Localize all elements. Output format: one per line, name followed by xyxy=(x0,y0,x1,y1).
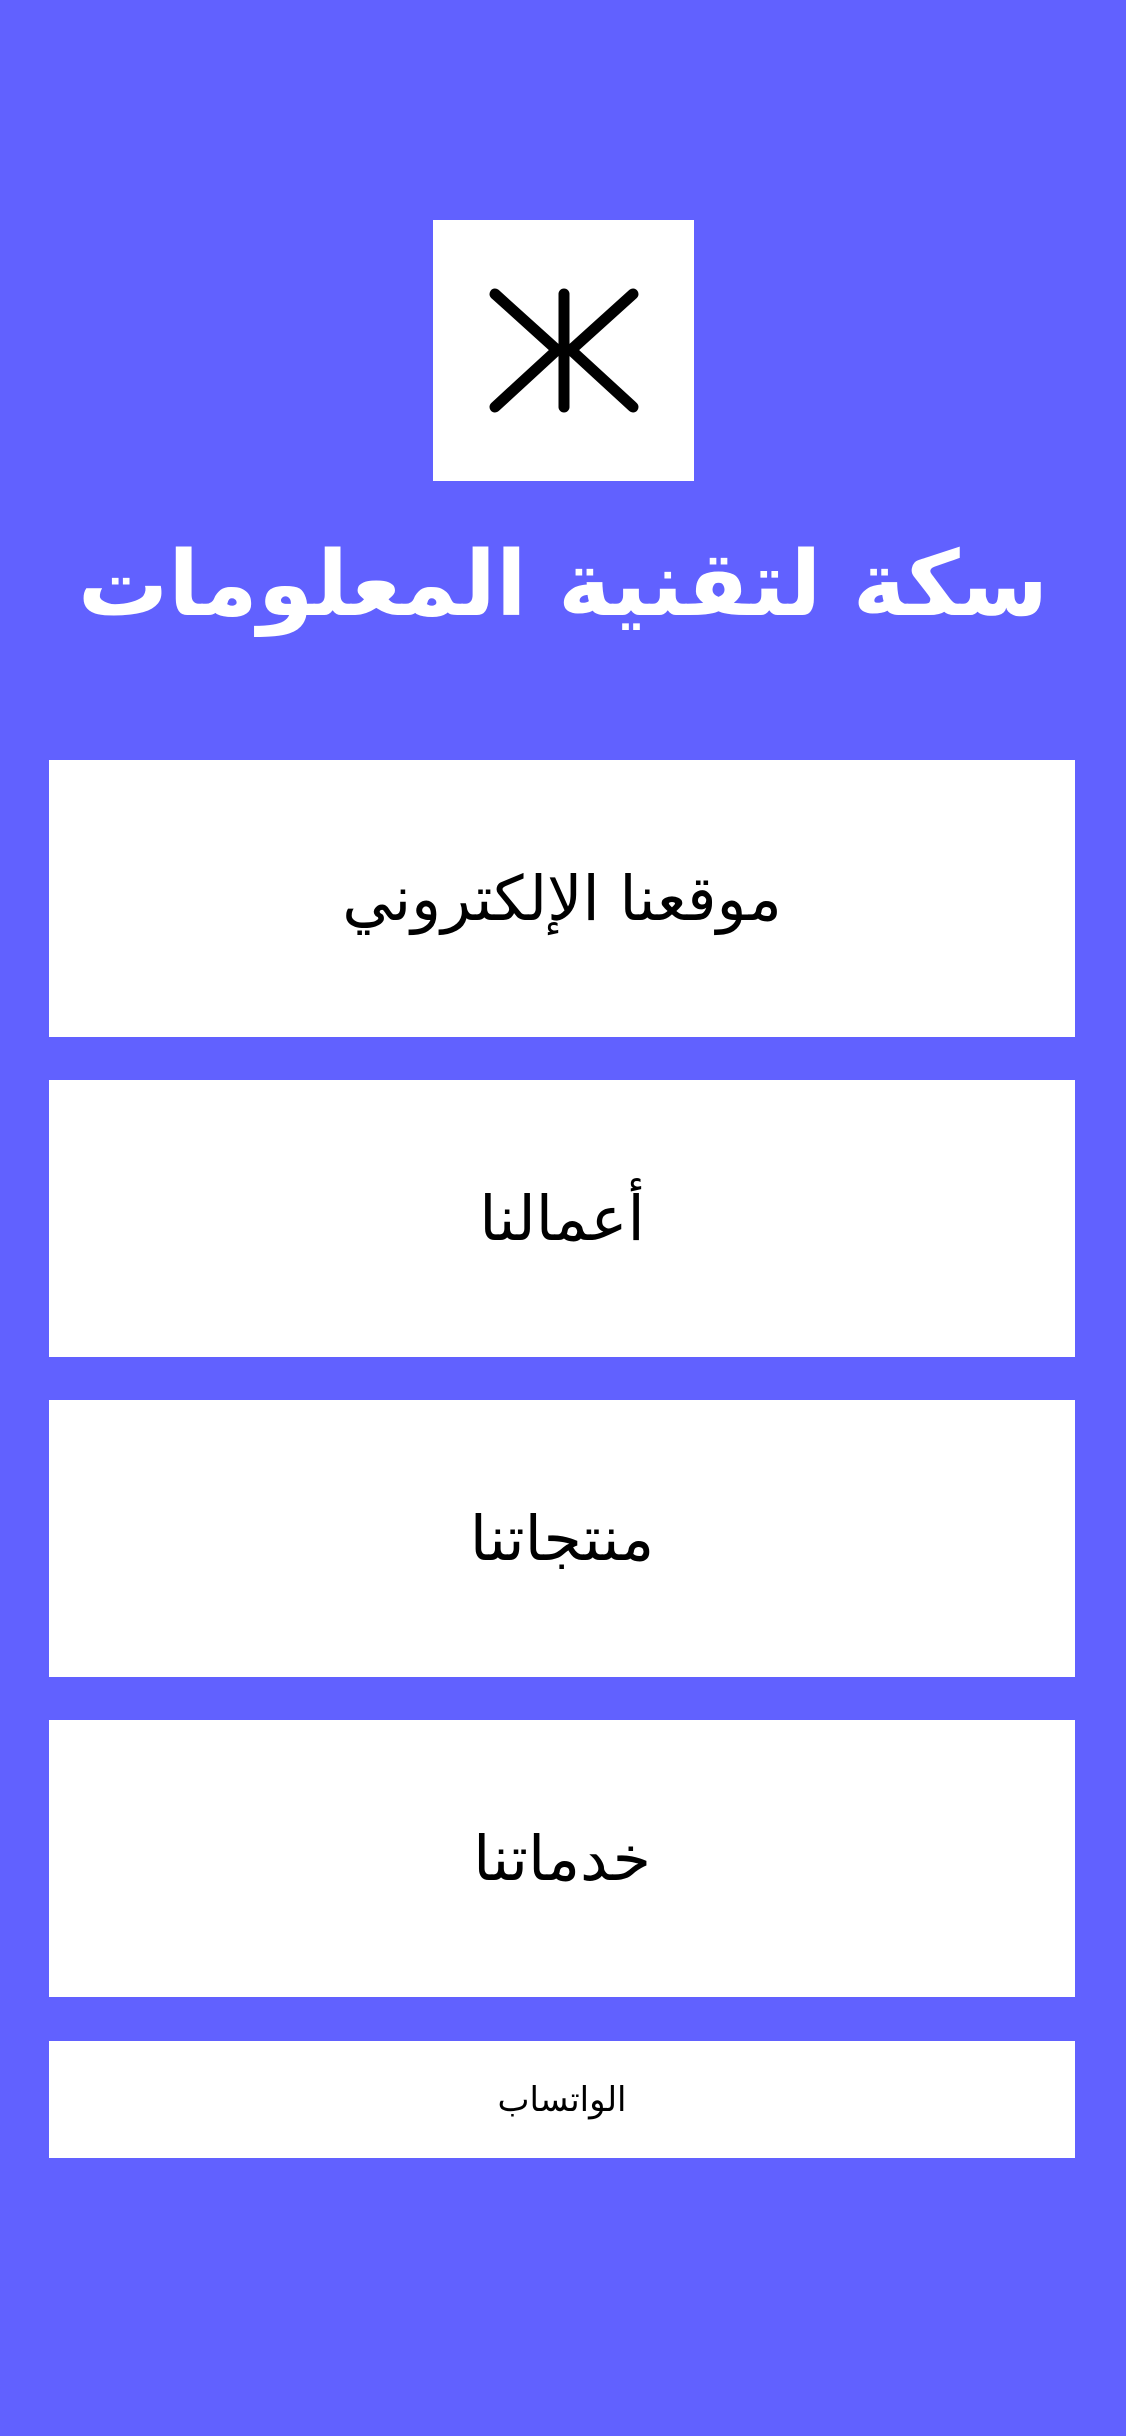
k-mirror-logo-icon xyxy=(489,288,638,413)
website-link-label: موقعنا الإلكتروني xyxy=(342,862,782,935)
services-link-label: خدماتنا xyxy=(473,1822,651,1895)
whatsapp-link-label: الواتساب xyxy=(497,2079,627,2120)
whatsapp-link-button[interactable]: الواتساب xyxy=(49,2041,1075,2158)
services-link-button[interactable]: خدماتنا xyxy=(49,1720,1075,1997)
website-link-button[interactable]: موقعنا الإلكتروني xyxy=(49,760,1075,1037)
page-title: سكة لتقنية المعلومات xyxy=(77,532,1049,637)
link-page: سكة لتقنية المعلومات موقعنا الإلكتروني أ… xyxy=(0,0,1126,2436)
products-link-button[interactable]: منتجاتنا xyxy=(49,1400,1075,1677)
brand-logo xyxy=(433,220,694,481)
products-link-label: منتجاتنا xyxy=(469,1502,655,1575)
portfolio-link-button[interactable]: أعمالنا xyxy=(49,1080,1075,1357)
portfolio-link-label: أعمالنا xyxy=(479,1182,645,1255)
